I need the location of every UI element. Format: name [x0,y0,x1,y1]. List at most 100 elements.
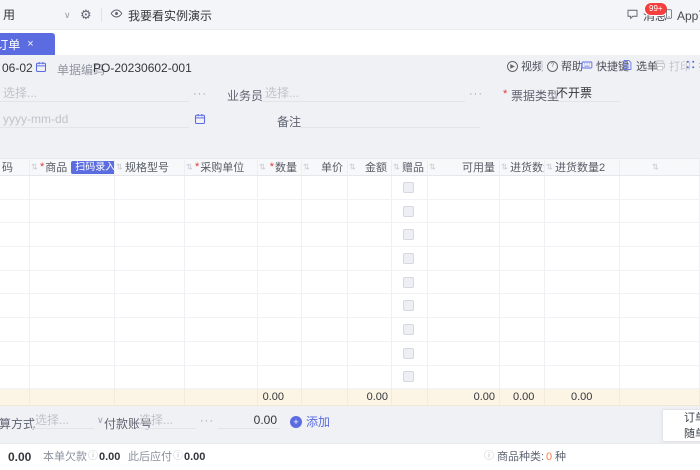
table-cell[interactable] [500,318,545,341]
settlement-method-select[interactable] [32,411,94,429]
table-cell[interactable] [392,271,428,294]
table-cell[interactable] [620,366,700,389]
workspace-switcher[interactable]: 用 [3,0,15,30]
col-header-qty[interactable]: ⇅*数量 [258,159,302,175]
table-row[interactable] [0,200,700,224]
table-cell[interactable] [500,294,545,317]
table-cell[interactable] [258,342,302,365]
gift-checkbox[interactable] [403,348,414,359]
table-cell[interactable] [258,271,302,294]
table-cell[interactable] [0,200,30,223]
table-cell[interactable] [302,223,348,246]
table-cell[interactable] [115,294,185,317]
col-header-price[interactable]: ⇅单价 [302,159,348,175]
table-cell[interactable] [545,342,620,365]
table-cell[interactable] [185,294,258,317]
add-settlement-link[interactable]: + 添加 [290,413,330,430]
table-cell[interactable] [30,223,115,246]
table-cell[interactable] [392,223,428,246]
pick-order-link[interactable]: 选单 [622,58,658,74]
table-cell[interactable] [392,342,428,365]
table-cell[interactable] [392,176,428,199]
table-cell[interactable] [0,247,30,270]
sort-icon[interactable]: ⇅ [186,163,193,172]
supplier-input[interactable] [0,84,189,102]
table-cell[interactable] [428,271,500,294]
table-cell[interactable] [428,247,500,270]
table-cell[interactable] [348,223,392,246]
date-input[interactable] [0,110,189,128]
table-cell[interactable] [392,318,428,341]
table-cell[interactable] [302,342,348,365]
table-cell[interactable] [185,318,258,341]
table-cell[interactable] [30,247,115,270]
calendar-icon[interactable] [194,112,206,130]
table-row[interactable] [0,271,700,295]
sort-icon[interactable]: ⇅ [546,163,553,172]
table-cell[interactable] [302,200,348,223]
sort-icon[interactable]: ⇅ [393,163,400,172]
table-cell[interactable] [620,318,700,341]
table-cell[interactable] [348,318,392,341]
table-cell[interactable] [258,294,302,317]
sort-icon[interactable]: ⇅ [303,163,310,172]
table-cell[interactable] [428,223,500,246]
table-cell[interactable] [348,366,392,389]
table-cell[interactable] [30,200,115,223]
table-cell[interactable] [185,200,258,223]
sort-icon[interactable]: ⇅ [501,163,508,172]
table-cell[interactable] [115,247,185,270]
table-row[interactable] [0,318,700,342]
table-cell[interactable] [30,176,115,199]
table-cell[interactable] [545,318,620,341]
table-cell[interactable] [185,176,258,199]
help-link[interactable]: ? 帮助 [547,58,583,74]
col-header-extra[interactable]: ⇅ [620,159,700,175]
table-cell[interactable] [30,366,115,389]
gift-checkbox[interactable] [403,182,414,193]
table-row[interactable] [0,176,700,200]
table-cell[interactable] [30,271,115,294]
sort-icon[interactable]: ⇅ [349,163,356,172]
table-cell[interactable] [348,342,392,365]
table-cell[interactable] [620,176,700,199]
video-link[interactable]: ▶ 视频 [507,58,543,74]
info-icon[interactable]: ⓘ [484,444,494,470]
table-cell[interactable] [258,247,302,270]
table-cell[interactable] [0,342,30,365]
col-header-amount[interactable]: ⇅金额 [348,159,392,175]
payment-amount-input[interactable] [218,411,280,429]
table-cell[interactable] [500,247,545,270]
table-cell[interactable] [428,200,500,223]
salesman-input[interactable] [262,84,465,102]
chevron-down-icon[interactable]: ∨ [97,415,104,426]
gift-checkbox[interactable] [403,300,414,311]
sort-icon[interactable]: ⇅ [31,163,38,172]
table-cell[interactable] [392,366,428,389]
close-icon[interactable]: × [27,38,33,50]
table-cell[interactable] [620,247,700,270]
table-row[interactable] [0,247,700,271]
scan-entry-button[interactable]: 扫码录入 [71,161,115,174]
table-cell[interactable] [620,200,700,223]
table-cell[interactable] [302,271,348,294]
table-cell[interactable] [500,366,545,389]
table-cell[interactable] [0,176,30,199]
table-cell[interactable] [428,342,500,365]
table-cell[interactable] [428,366,500,389]
table-cell[interactable] [30,342,115,365]
doc-date[interactable]: 06-02 [2,61,33,75]
gift-checkbox[interactable] [403,324,414,335]
table-cell[interactable] [185,271,258,294]
table-cell[interactable] [392,200,428,223]
table-row[interactable] [0,294,700,318]
table-cell[interactable] [620,271,700,294]
table-row[interactable] [0,342,700,366]
col-header-code[interactable]: 码 [0,159,30,175]
table-cell[interactable] [258,176,302,199]
gift-checkbox[interactable] [403,253,414,264]
table-cell[interactable] [545,294,620,317]
table-cell[interactable] [392,247,428,270]
table-cell[interactable] [428,176,500,199]
table-cell[interactable] [500,200,545,223]
